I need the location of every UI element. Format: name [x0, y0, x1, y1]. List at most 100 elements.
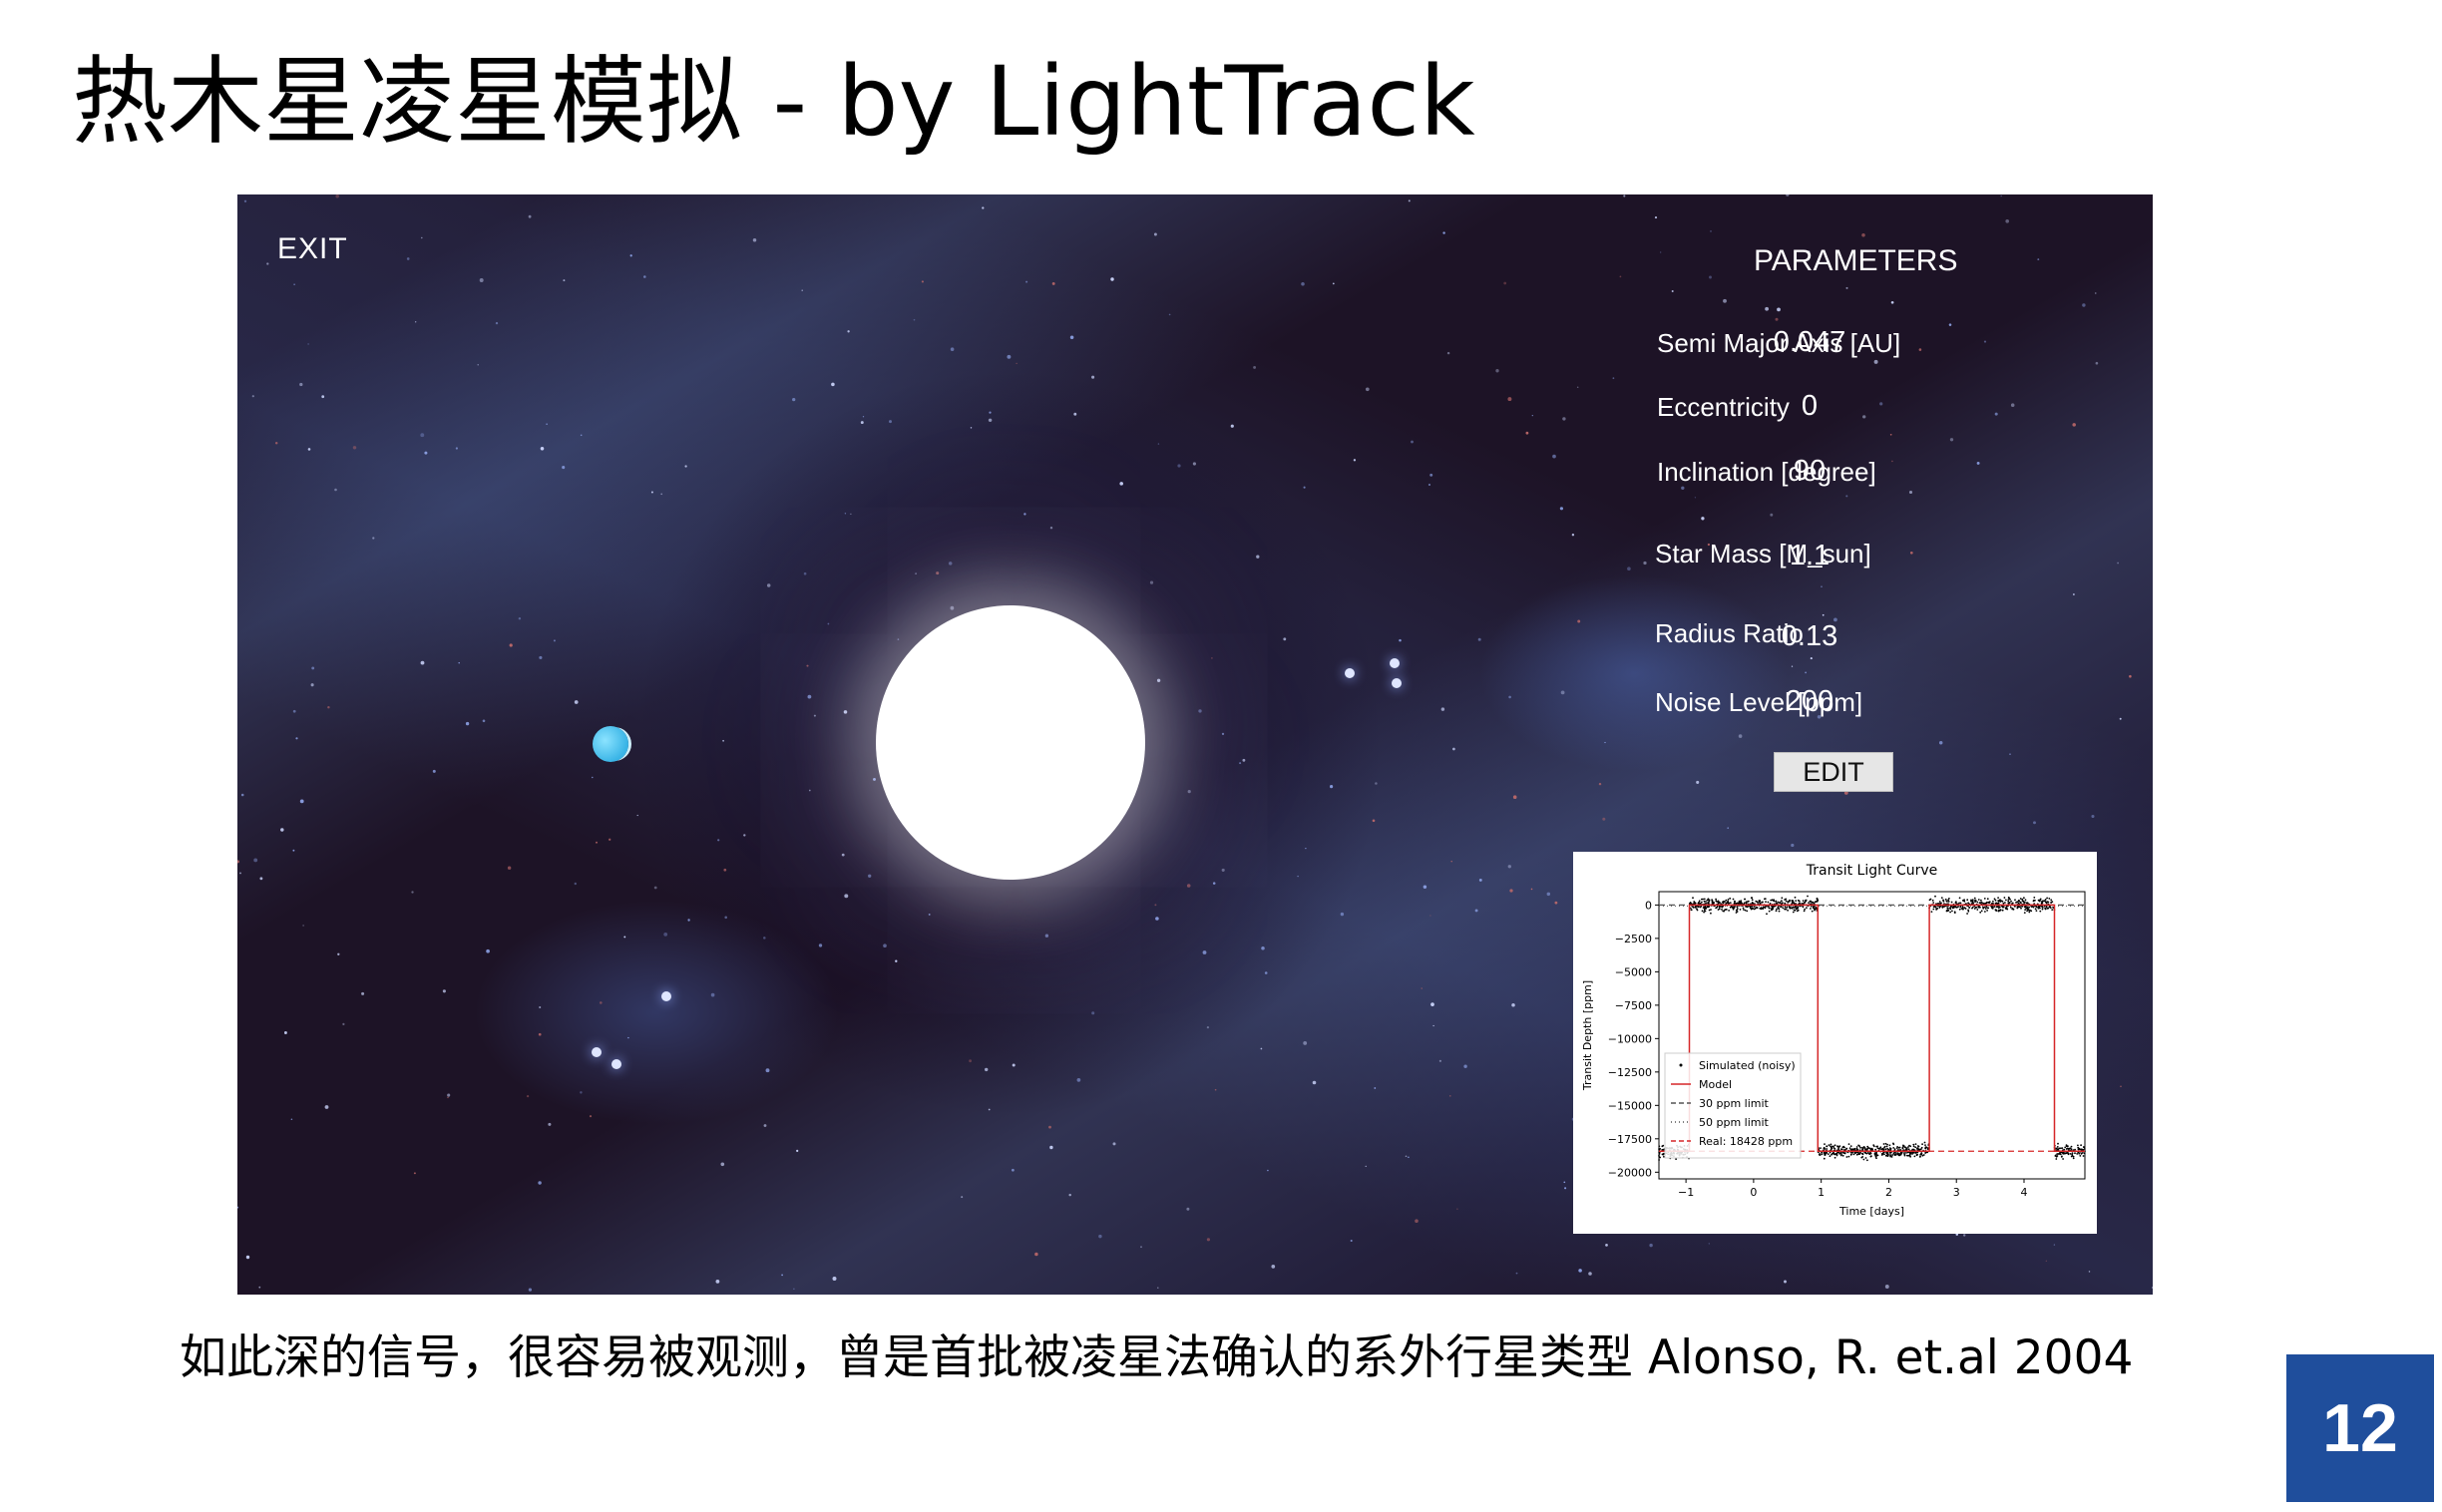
simulated-point	[1847, 1143, 1850, 1145]
simulated-point	[1906, 1154, 1908, 1157]
simulated-point	[1772, 906, 1775, 909]
simulated-point	[1795, 900, 1798, 902]
y-tick-label: −17500	[1608, 1133, 1652, 1146]
simulated-point	[1864, 1157, 1867, 1159]
simulated-point	[1807, 895, 1809, 898]
simulated-point	[2009, 906, 2012, 909]
simulated-point	[2001, 909, 2004, 912]
x-tick-label: −1	[1678, 1186, 1694, 1199]
simulated-point	[1845, 1156, 1848, 1158]
simulated-point	[2083, 1152, 2086, 1155]
simulated-point	[1762, 907, 1765, 909]
simulated-point	[1977, 899, 1980, 901]
simulated-point	[1894, 1152, 1897, 1154]
simulated-point	[1761, 901, 1764, 904]
simulated-point	[1954, 906, 1957, 908]
simulated-point	[1851, 1148, 1854, 1151]
simulated-point	[1965, 903, 1967, 905]
simulation-viewport[interactable]: EXIT PARAMETERS Semi Major Axis [AU] 0.0…	[237, 194, 2153, 1295]
simulated-point	[1703, 911, 1705, 914]
simulated-point	[1886, 1143, 1888, 1146]
simulated-point	[1980, 910, 1983, 913]
simulated-point	[1982, 902, 1984, 905]
simulated-point	[1940, 897, 1943, 899]
simulated-point	[2057, 1142, 2059, 1145]
simulated-point	[1931, 899, 1934, 902]
simulated-point	[2002, 902, 2005, 905]
simulated-point	[2020, 907, 2022, 910]
simulated-point	[1855, 1146, 1858, 1148]
simulated-point	[1911, 1153, 1913, 1155]
simulated-point	[1984, 902, 1987, 905]
edit-button[interactable]: EDIT	[1774, 752, 1893, 792]
simulated-point	[2027, 909, 2030, 911]
simulated-point	[1831, 1145, 1833, 1148]
simulated-point	[1992, 900, 1994, 903]
simulated-point	[1739, 909, 1742, 911]
simulated-point	[1704, 908, 1706, 911]
simulated-point	[1995, 902, 1998, 905]
simulated-point	[2076, 1153, 2079, 1155]
y-tick-label: −20000	[1608, 1166, 1652, 1179]
simulated-point	[1784, 908, 1787, 911]
simulated-point	[1848, 1147, 1851, 1149]
simulated-point	[1715, 898, 1717, 901]
simulated-point	[1744, 909, 1747, 912]
simulated-point	[1946, 910, 1949, 913]
y-tick-label: −7500	[1615, 999, 1652, 1012]
simulated-point	[2039, 907, 2041, 910]
simulated-point	[1775, 910, 1778, 913]
simulated-point	[1715, 900, 1718, 903]
simulated-point	[1984, 911, 1986, 913]
legend-label: 30 ppm limit	[1699, 1097, 1770, 1110]
simulated-point	[1787, 909, 1789, 912]
simulated-point	[1812, 901, 1815, 904]
simulated-point	[1889, 1155, 1892, 1158]
simulated-point	[1997, 902, 2000, 905]
simulated-point	[1941, 906, 1944, 908]
simulated-point	[1698, 900, 1701, 903]
simulated-point	[2001, 905, 2003, 908]
simulated-point	[1833, 1148, 1836, 1150]
simulated-point	[2062, 1158, 2064, 1160]
simulated-point	[1862, 1158, 1865, 1161]
simulated-point	[1997, 897, 1999, 899]
simulated-point	[1866, 1159, 1868, 1162]
simulated-point	[1793, 907, 1796, 909]
simulated-point	[1946, 908, 1949, 910]
simulated-point	[1755, 906, 1758, 909]
simulated-point	[1785, 900, 1788, 903]
simulated-point	[1914, 1146, 1917, 1149]
simulated-point	[1877, 1147, 1880, 1150]
simulated-point	[1978, 902, 1981, 904]
simulated-point	[1972, 901, 1974, 903]
simulated-point	[1785, 898, 1788, 901]
simulated-point	[1902, 1145, 1905, 1147]
simulated-point	[1751, 899, 1754, 902]
simulated-point	[1742, 907, 1745, 910]
simulated-point	[1861, 1153, 1864, 1156]
simulated-point	[1692, 897, 1694, 900]
simulated-point	[1735, 903, 1737, 905]
simulated-point	[1782, 907, 1785, 910]
simulated-point	[1821, 1153, 1824, 1156]
simulated-point	[1794, 896, 1797, 899]
simulated-point	[1962, 900, 1965, 902]
y-tick-label: −12500	[1608, 1066, 1652, 1079]
simulated-point	[1920, 1152, 1922, 1155]
simulated-point	[2058, 1152, 2061, 1155]
y-axis-label: Transit Depth [ppm]	[1581, 980, 1594, 1091]
simulated-point	[2026, 910, 2028, 913]
simulated-point	[1814, 901, 1817, 904]
simulated-point	[1803, 902, 1806, 904]
simulated-point	[1876, 1154, 1879, 1157]
simulated-point	[1736, 906, 1739, 909]
simulated-point	[2049, 907, 2052, 909]
simulated-point	[2069, 1153, 2072, 1155]
simulated-point	[1921, 1143, 1923, 1146]
simulated-point	[1983, 898, 1986, 900]
simulated-point	[2002, 906, 2005, 908]
simulated-point	[1784, 906, 1787, 909]
simulated-point	[1869, 1155, 1872, 1158]
simulated-point	[1886, 1155, 1889, 1157]
